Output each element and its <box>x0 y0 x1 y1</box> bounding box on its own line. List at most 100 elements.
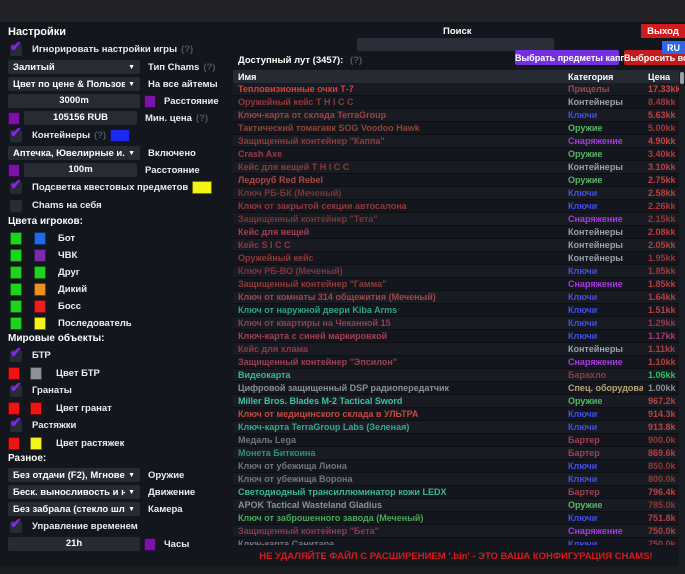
min-price-input[interactable]: 105156 RUB <box>24 111 137 125</box>
table-row[interactable]: Ключ от убежища ВоронаКлючи800.0k <box>233 473 679 486</box>
table-row[interactable]: Защищенный контейнер "Гамма"Снаряжение1.… <box>233 278 679 291</box>
table-row[interactable]: Ключ от заброшенного завода (Меченый)Клю… <box>233 512 679 525</box>
tripwires-color-label: Цвет растяжек <box>56 438 124 449</box>
table-row[interactable]: Монета БиткоинаБартер869.6k <box>233 447 679 460</box>
chams-type-dropdown[interactable]: Залитый ▼ <box>8 60 140 74</box>
visible-color-swatch[interactable] <box>10 266 22 279</box>
chevron-down-icon: ▼ <box>128 150 135 157</box>
chams-self-row: Chams на себя <box>8 198 234 213</box>
column-price[interactable]: Цена <box>643 72 679 82</box>
item-name: Ключ от квартиры на Чеканной 15 <box>233 318 563 328</box>
hours-input[interactable]: 21h <box>8 537 140 551</box>
table-row[interactable]: Цифровой защищенный DSP радиопередатчикС… <box>233 382 679 395</box>
quest-highlight-checkbox[interactable] <box>10 182 22 194</box>
table-row[interactable]: Тепловизионные очки Т-7Прицелы17.33kk <box>233 83 679 96</box>
table-row[interactable]: Кейс для хламаКонтейнеры1.11kk <box>233 343 679 356</box>
player-color-swatch[interactable] <box>34 266 46 279</box>
quest-highlight-color-swatch[interactable] <box>192 181 212 194</box>
player-color-row: Последователь <box>8 316 234 330</box>
btr-checkbox[interactable] <box>10 350 22 362</box>
table-row[interactable]: Кейс для вещей Т Н I С СКонтейнеры3.10kk <box>233 161 679 174</box>
table-row[interactable]: Защищенный контейнер "Бета"Снаряжение750… <box>233 525 679 538</box>
item-name: Медаль Lega <box>233 435 563 445</box>
ignore-game-settings-checkbox[interactable] <box>10 44 22 56</box>
movement-dropdown[interactable]: Беск. выносливость и нет уста ▼ <box>8 485 140 499</box>
table-row[interactable]: Светодиодный трансиллюминатор кожи LEDXБ… <box>233 486 679 499</box>
ignore-game-settings-label: Игнорировать настройки игры <box>32 44 177 55</box>
visible-color-swatch[interactable] <box>10 317 22 330</box>
table-row[interactable]: Кейс для вещейКонтейнеры2.08kk <box>233 226 679 239</box>
table-row[interactable]: Ключ от комнаты 314 общежития (Меченый)К… <box>233 291 679 304</box>
tripwires-visible-color-swatch[interactable] <box>8 437 20 450</box>
table-row[interactable]: Защищенный контейнер "Тета"Снаряжение2.1… <box>233 213 679 226</box>
btr-color-swatch[interactable] <box>30 367 42 380</box>
weapon-dropdown[interactable]: Без отдачи (F2), Мгновенное п ▼ <box>8 468 140 482</box>
visible-color-swatch[interactable] <box>10 300 22 313</box>
containers-distance-input[interactable]: 100m <box>24 163 137 177</box>
search-label: Поиск <box>443 26 472 37</box>
table-row[interactable]: Ключ-карта с синей маркировкойКлючи1.17k… <box>233 330 679 343</box>
table-row[interactable]: Ключ от наружной двери Kiba ArmsКлючи1.5… <box>233 304 679 317</box>
hours-color-swatch[interactable] <box>144 538 156 551</box>
containers-label: Контейнеры <box>32 130 90 141</box>
player-color-swatch[interactable] <box>34 232 46 245</box>
visible-color-swatch[interactable] <box>10 249 22 262</box>
table-row[interactable]: Ключ-карта от склада TerraGroupКлючи5.63… <box>233 109 679 122</box>
item-name: Miller Bros. Blades M-2 Tactical Sword <box>233 396 563 406</box>
btr-color-label: Цвет БТР <box>56 368 100 379</box>
tripwires-checkbox[interactable] <box>10 420 22 432</box>
containers-color-swatch[interactable] <box>110 129 130 142</box>
grenades-color-swatch[interactable] <box>30 402 42 415</box>
table-row[interactable]: Тактический томагавк SOG Voodoo HawkОруж… <box>233 122 679 135</box>
player-color-swatch[interactable] <box>34 300 46 313</box>
table-row[interactable]: Кейс S I C CКонтейнеры2.05kk <box>233 239 679 252</box>
containers-filter-dropdown[interactable]: Аптечка, Ювелирные и... ▼ <box>8 146 140 160</box>
table-row[interactable]: Ключ РБ-БК (Меченый)Ключи2.58kk <box>233 187 679 200</box>
chams-self-checkbox[interactable] <box>10 200 22 212</box>
grenades-checkbox[interactable] <box>10 385 22 397</box>
table-scrollbar[interactable] <box>679 70 685 567</box>
table-row[interactable]: Ключ от квартиры на Чеканной 15Ключи1.29… <box>233 317 679 330</box>
scrollbar-thumb[interactable] <box>680 72 684 84</box>
camera-dropdown[interactable]: Без забрала (стекло шлема) ▼ <box>8 502 140 516</box>
item-price: 900.0k <box>643 435 679 445</box>
chevron-down-icon: ▼ <box>128 472 135 479</box>
table-row[interactable]: Ключ от закрытой секции автосалонаКлючи2… <box>233 200 679 213</box>
config-warning: НЕ УДАЛЯЙТЕ ФАЙЛ С РАСШИРЕНИЕМ '.bin' - … <box>233 551 679 562</box>
select-kappa-items-button[interactable]: Выбрать предметы каппа <box>515 50 619 65</box>
table-row[interactable]: Медаль LegaБартер900.0k <box>233 434 679 447</box>
table-row[interactable]: Ледоруб Red RebelОружие2.75kk <box>233 174 679 187</box>
all-items-dropdown[interactable]: Цвет по цене & Пользователь ▼ <box>8 77 140 91</box>
containers-checkbox[interactable] <box>10 130 22 142</box>
distance-input[interactable]: 3000m <box>8 94 140 108</box>
time-control-checkbox[interactable] <box>10 521 22 533</box>
table-row[interactable]: ВидеокартаБарахло1.06kk <box>233 369 679 382</box>
item-name: Ключ-карта Санитара <box>233 539 563 545</box>
table-row[interactable]: APOK Tactical Wasteland GladiusОружие785… <box>233 499 679 512</box>
player-color-swatch[interactable] <box>34 283 46 296</box>
visible-color-swatch[interactable] <box>10 283 22 296</box>
visible-color-swatch[interactable] <box>10 232 22 245</box>
column-name[interactable]: Имя <box>233 72 563 82</box>
distance-color-swatch[interactable] <box>144 95 156 108</box>
tripwires-color-swatch[interactable] <box>30 437 42 450</box>
column-category[interactable]: Категория <box>563 72 643 82</box>
table-row[interactable]: Miller Bros. Blades M-2 Tactical SwordОр… <box>233 395 679 408</box>
player-color-swatch[interactable] <box>34 249 46 262</box>
table-row[interactable]: Защищенный контейнер "Каппа"Снаряжение4.… <box>233 135 679 148</box>
table-row[interactable]: Ключ-карта СанитараКлючи750.0k <box>233 538 679 545</box>
table-row[interactable]: Ключ-карта TerraGroup Labs (Зеленая)Ключ… <box>233 421 679 434</box>
table-row[interactable]: Защищенный контейнер "Эпсилон"Снаряжение… <box>233 356 679 369</box>
language-button[interactable]: RU <box>662 41 685 54</box>
table-row[interactable]: Ключ от медицинского склада в УЛЬТРАКлюч… <box>233 408 679 421</box>
table-row[interactable]: Ключ от убежища ЛионаКлючи850.0k <box>233 460 679 473</box>
table-row[interactable]: Ключ РБ-ВО (Меченый)Ключи1.85kk <box>233 265 679 278</box>
camera-row: Без забрала (стекло шлема) ▼ Камера <box>8 502 234 516</box>
table-row[interactable]: Crash AxeОружие3.40kk <box>233 148 679 161</box>
table-row[interactable]: Оружейный кейсКонтейнеры1.95kk <box>233 252 679 265</box>
item-price: 2.26kk <box>643 201 679 211</box>
exit-button[interactable]: Выход <box>641 24 685 38</box>
grenades-color-label: Цвет гранат <box>56 403 112 414</box>
table-row[interactable]: Оружейный кейс Т Н I С СКонтейнеры8.48kk <box>233 96 679 109</box>
player-color-swatch[interactable] <box>34 317 46 330</box>
